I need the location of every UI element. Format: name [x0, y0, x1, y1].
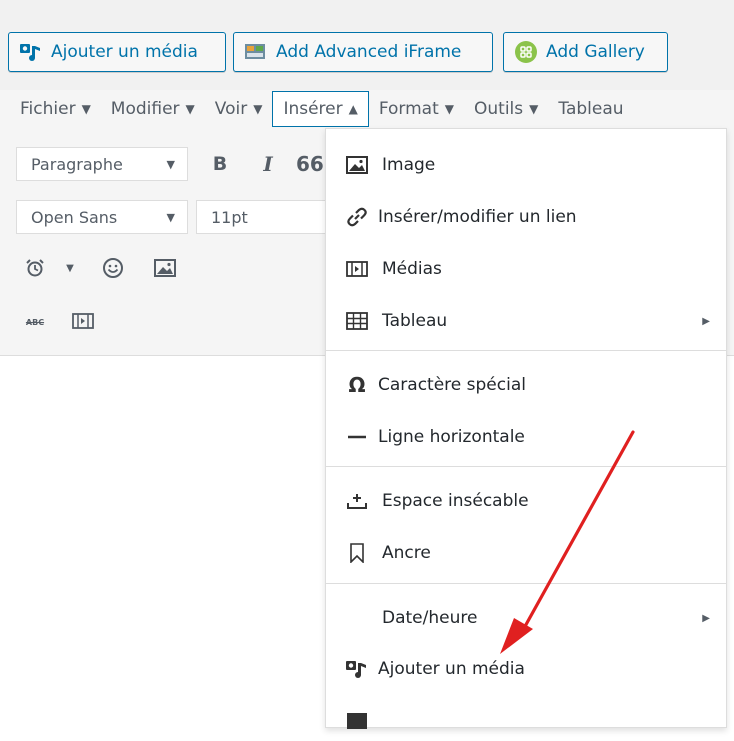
dropdown-item-horizontal-line[interactable]: Ligne horizontale: [326, 417, 726, 457]
menu-divider: [326, 350, 726, 351]
bold-button[interactable]: B: [205, 148, 235, 180]
editor-menubar: Fichier ▼ Modifier ▼ Voir ▼ Insérer ▲ Format…: [0, 90, 734, 128]
caret-up-icon: ▲: [348, 102, 358, 116]
table-icon: [342, 712, 372, 730]
table-icon: [342, 312, 372, 330]
caret-down-icon: ▼: [185, 102, 195, 116]
menu-modifier[interactable]: Modifier ▼: [101, 91, 205, 127]
add-advanced-iframe-button[interactable]: Add Advanced iFrame: [233, 32, 493, 72]
insert-dropdown-menu: Image Insérer/modifier un lien Médias Ta…: [325, 128, 727, 729]
alarm-clock-icon[interactable]: [22, 254, 48, 282]
menu-divider: [326, 466, 726, 467]
image-icon[interactable]: [152, 254, 178, 282]
caret-down-icon[interactable]: ▼: [64, 258, 76, 278]
font-size-select[interactable]: 11pt: [196, 200, 328, 234]
horizontal-line-icon: [342, 432, 372, 442]
media-icon: [19, 42, 43, 62]
dropdown-item-datetime[interactable]: Date/heure ▶: [326, 598, 726, 638]
format-select[interactable]: Paragraphe ▼: [16, 147, 188, 181]
dropdown-item-nbsp[interactable]: Espace insécable: [326, 481, 726, 521]
menu-tableau[interactable]: Tableau: [548, 91, 623, 127]
menu-inserer[interactable]: Insérer ▲: [272, 91, 369, 127]
caret-down-icon: ▼: [166, 157, 175, 171]
dropdown-item-tableau[interactable]: Tableau ▶: [326, 301, 726, 341]
dropdown-item-add-media[interactable]: Ajouter un média: [326, 649, 726, 689]
dropdown-item-medias[interactable]: Médias: [326, 249, 726, 289]
gallery-icon: [514, 40, 538, 64]
image-icon: [342, 156, 372, 174]
caret-down-icon: ▼: [444, 102, 455, 116]
menu-voir[interactable]: Voir ▼: [205, 91, 273, 127]
dropdown-item-special-char[interactable]: Ω Caractère spécial: [326, 365, 726, 405]
add-media-button[interactable]: Ajouter un média: [8, 32, 226, 72]
media-embed-icon[interactable]: [70, 308, 96, 334]
emoji-icon[interactable]: [100, 254, 126, 282]
menu-format[interactable]: Format ▼: [369, 91, 464, 127]
menu-outils[interactable]: Outils ▼: [464, 91, 548, 127]
add-gallery-button[interactable]: Add Gallery: [503, 32, 668, 72]
blockquote-button[interactable]: 66: [296, 148, 324, 180]
italic-button[interactable]: I: [253, 148, 283, 180]
omega-icon: Ω: [348, 373, 366, 397]
bookmark-icon: [342, 543, 372, 563]
link-icon: [342, 206, 372, 228]
menu-fichier[interactable]: Fichier ▼: [0, 91, 101, 127]
dropdown-item-link[interactable]: Insérer/modifier un lien: [326, 197, 726, 237]
dropdown-item-partial[interactable]: [326, 701, 726, 741]
font-family-select[interactable]: Open Sans ▼: [16, 200, 188, 234]
submenu-arrow-icon: ▶: [702, 612, 710, 624]
media-icon: [342, 261, 372, 277]
submenu-arrow-icon: ▶: [702, 315, 710, 327]
caret-down-icon: ▼: [529, 102, 539, 116]
dropdown-item-anchor[interactable]: Ancre: [326, 533, 726, 573]
caret-down-icon: ▼: [253, 102, 263, 116]
iframe-icon: [244, 42, 268, 62]
nbsp-icon: [342, 492, 372, 510]
caret-down-icon: ▼: [166, 210, 175, 224]
dropdown-item-image[interactable]: Image: [326, 145, 726, 185]
strikethrough-button[interactable]: ABC: [20, 310, 50, 334]
add-media-icon: [342, 659, 372, 679]
caret-down-icon: ▼: [81, 102, 91, 116]
menu-divider: [326, 583, 726, 584]
